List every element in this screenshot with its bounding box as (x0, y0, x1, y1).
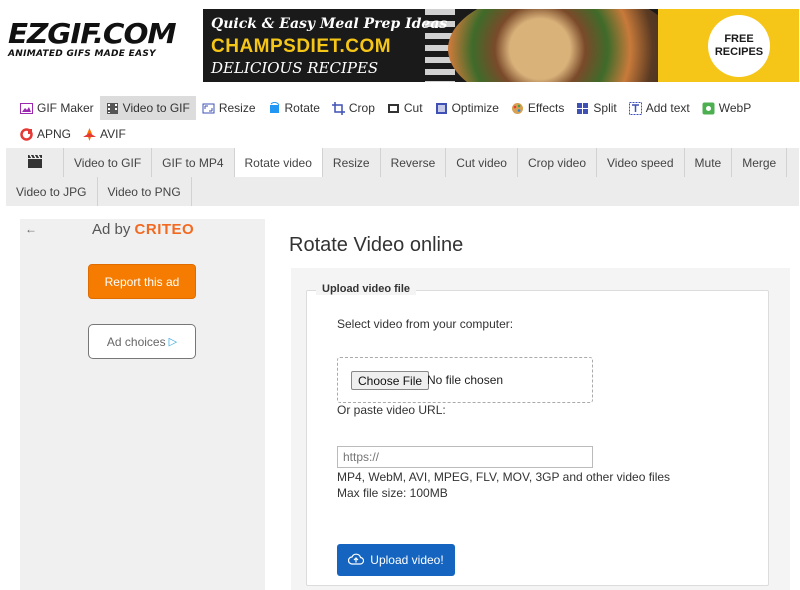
nav-label: Rotate (284, 101, 320, 115)
nav-label: Optimize (451, 101, 499, 115)
nav-add-text[interactable]: Add text (623, 96, 696, 120)
upload-button-label: Upload video! (370, 553, 444, 567)
rotate-icon (268, 101, 281, 115)
crop-icon (331, 101, 345, 115)
video-tools-subnav: Video to GIF GIF to MP4 Rotate video Res… (6, 148, 799, 206)
effects-icon (511, 102, 524, 115)
image-icon (20, 102, 33, 115)
no-file-chosen-text: No file chosen (427, 373, 504, 387)
ad-back-arrow-icon[interactable]: ← (25, 222, 37, 236)
cut-icon (387, 102, 400, 115)
nav-webp[interactable]: WebP (696, 96, 757, 120)
main-tool-nav-row-2: APNG AVIF (14, 122, 800, 146)
nav-label: Cut (403, 101, 423, 115)
supported-formats-text: MP4, WebM, AVI, MPEG, FLV, MOV, 3GP and … (337, 470, 671, 484)
webp-icon (702, 102, 715, 115)
subnav-clapperboard[interactable] (6, 148, 64, 177)
cloud-upload-icon (348, 553, 365, 568)
subnav-gif-to-mp4[interactable]: GIF to MP4 (152, 148, 235, 177)
subnav-video-to-gif[interactable]: Video to GIF (64, 148, 153, 177)
logo-main-text: EZGIF.COM (8, 17, 177, 50)
nav-optimize[interactable]: Optimize (429, 96, 505, 120)
banner-badge: FREE RECIPES (708, 15, 770, 77)
subnav-rotate-video[interactable]: Rotate video (234, 148, 323, 177)
file-dropzone[interactable]: Choose File No file chosen (337, 357, 593, 403)
banner-line-3: DELICIOUS RECIPES (211, 59, 379, 77)
banner-badge-text: FREE RECIPES (714, 33, 764, 58)
nav-gif-maker[interactable]: GIF Maker (14, 96, 100, 120)
subnav-reverse[interactable]: Reverse (381, 148, 447, 177)
main-tool-nav-row-1: GIF Maker Video to GIF Resize Rotate Cro… (14, 96, 800, 120)
ad-by-label: Ad by CRITEO (92, 221, 194, 238)
avif-icon (83, 127, 97, 141)
subnav-video-to-jpg[interactable]: Video to JPG (6, 177, 98, 206)
report-ad-button[interactable]: Report this ad (88, 264, 196, 299)
resize-icon (202, 102, 215, 115)
nav-label: Crop (348, 101, 375, 115)
optimize-icon (435, 102, 448, 115)
nav-effects[interactable]: Effects (505, 96, 570, 120)
main-tool-nav: GIF Maker Video to GIF Resize Rotate Cro… (14, 96, 800, 148)
nav-avif[interactable]: AVIF (77, 122, 132, 146)
nav-apng[interactable]: APNG (14, 122, 77, 146)
select-file-label: Select video from your computer: (337, 317, 514, 331)
subnav-video-to-png[interactable]: Video to PNG (98, 177, 192, 206)
subnav-row-1: Video to GIF GIF to MP4 Rotate video Res… (6, 148, 799, 177)
subnav-merge[interactable]: Merge (732, 148, 788, 177)
ad-choices-label: Ad choices (106, 334, 166, 349)
choose-file-button[interactable]: Choose File (351, 371, 430, 390)
page-title: Rotate Video online (289, 234, 464, 256)
split-icon (576, 102, 589, 115)
nav-cut[interactable]: Cut (381, 96, 429, 120)
nav-label: AVIF (100, 127, 126, 141)
subnav-video-speed[interactable]: Video speed (597, 148, 685, 177)
nav-label: APNG (37, 127, 72, 141)
upload-video-button[interactable]: Upload video! (337, 544, 455, 576)
nav-label: WebP (718, 101, 752, 115)
site-logo[interactable]: EZGIF.COM ANIMATED GIFS MADE EASY (8, 20, 198, 60)
paste-url-label: Or paste video URL: (337, 403, 446, 417)
nav-label: GIF Maker (37, 101, 94, 115)
subnav-cut-video[interactable]: Cut video (446, 148, 518, 177)
nav-resize[interactable]: Resize (196, 96, 262, 120)
subnav-row-2: Video to JPG Video to PNG (6, 177, 799, 206)
text-icon (628, 101, 642, 115)
nav-label: Split (593, 101, 617, 115)
nav-split[interactable]: Split (570, 96, 622, 120)
ad-by-text: Ad by (92, 221, 131, 238)
nav-label: Video to GIF (122, 101, 190, 115)
subnav-crop-video[interactable]: Crop video (518, 148, 598, 177)
logo-tagline: ANIMATED GIFS MADE EASY (8, 49, 156, 59)
banner-line-2: CHAMPSDIET.COM (211, 36, 392, 57)
nav-label: Add text (645, 101, 690, 115)
apng-icon (20, 127, 33, 141)
subnav-mute[interactable]: Mute (685, 148, 733, 177)
upload-panel: Select video from your computer: Choose … (291, 268, 790, 590)
nav-video-to-gif[interactable]: Video to GIF (99, 96, 196, 120)
video-url-input[interactable] (337, 446, 593, 468)
nav-rotate[interactable]: Rotate (262, 96, 326, 120)
nav-label: Resize (218, 101, 256, 115)
ad-banner[interactable]: Quick & Easy Meal Prep Ideas CHAMPSDIET.… (203, 9, 799, 82)
max-file-size-text: Max file size: 100MB (337, 486, 448, 500)
upload-fieldset: Select video from your computer: Choose … (306, 290, 769, 586)
film-icon (106, 102, 119, 115)
ad-choices-button[interactable]: Ad choices ▷ (88, 324, 196, 359)
clapperboard-icon (27, 154, 43, 172)
ad-brand: CRITEO (134, 221, 195, 238)
banner-food-image (448, 9, 678, 82)
ad-sidebar: ← Ad by CRITEO Report this ad Ad choices… (20, 219, 265, 590)
site-header: EZGIF.COM ANIMATED GIFS MADE EASY Quick … (0, 0, 800, 92)
subnav-resize[interactable]: Resize (323, 148, 381, 177)
upload-legend: Upload video file (316, 283, 417, 295)
nav-label: Effects (527, 101, 565, 115)
ad-choices-icon: ▷ (168, 336, 178, 348)
banner-line-1: Quick & Easy Meal Prep Ideas (211, 16, 448, 32)
nav-crop[interactable]: Crop (326, 96, 381, 120)
